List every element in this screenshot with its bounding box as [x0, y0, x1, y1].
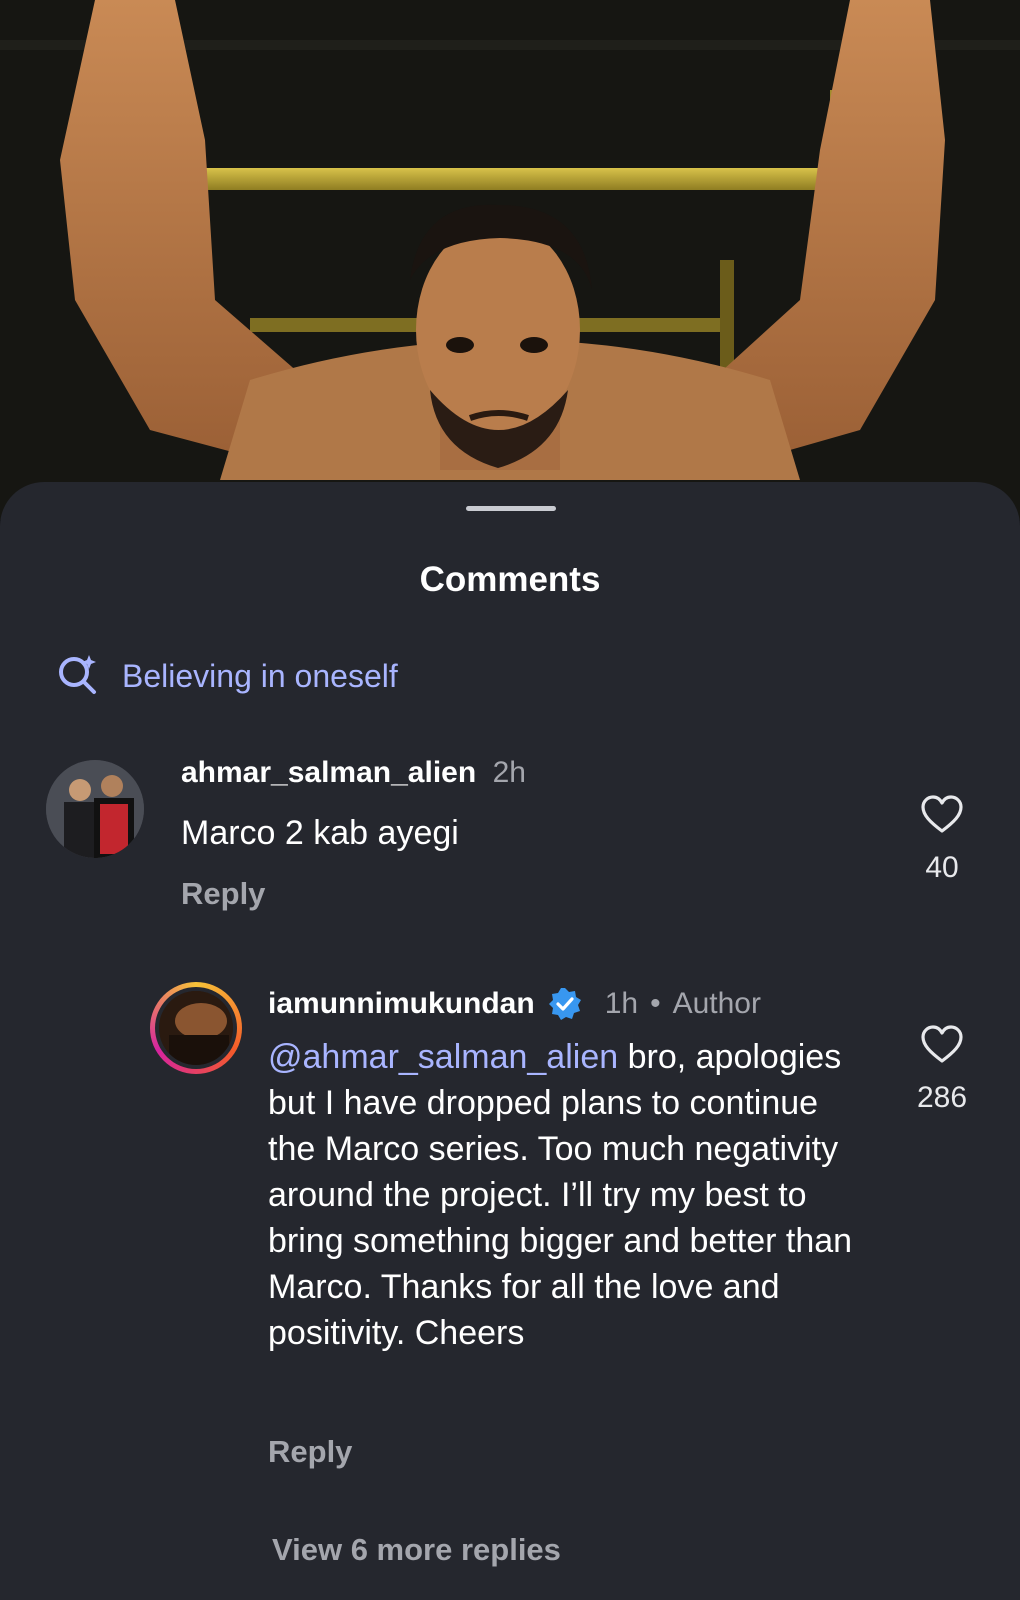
- view-more-replies-button[interactable]: View 6 more replies: [272, 1532, 561, 1568]
- verified-badge-icon: [547, 986, 583, 1022]
- comment-timestamp: 2h: [492, 756, 526, 789]
- post-image: [0, 0, 1020, 520]
- search-suggestion[interactable]: Believing in oneself: [56, 652, 398, 701]
- avatar[interactable]: [46, 760, 144, 858]
- mention-link[interactable]: @ahmar_salman_alien: [268, 1038, 618, 1076]
- like-count: 40: [925, 851, 959, 884]
- comment-text: Marco 2 kab ayegi: [181, 814, 459, 852]
- comment-username[interactable]: ahmar_salman_alien: [181, 756, 476, 789]
- sheet-title: Comments: [419, 560, 601, 599]
- reply-button[interactable]: Reply: [268, 1434, 352, 1470]
- search-sparkle-icon: [56, 652, 100, 701]
- avatar-story-ring[interactable]: [150, 982, 242, 1074]
- like-control: 40: [907, 794, 977, 885]
- reply-comment-item: iamunnimukundan 1h • Author @ahmar_salma…: [0, 982, 1020, 1502]
- search-suggestion-text: Believing in oneself: [122, 658, 398, 694]
- reply-button[interactable]: Reply: [181, 876, 265, 912]
- comments-sheet: Comments Believing in oneself ahmar_salm…: [0, 482, 1020, 1600]
- sheet-drag-handle[interactable]: [466, 506, 556, 511]
- comment-username[interactable]: iamunnimukundan: [268, 987, 535, 1021]
- avatar: [159, 991, 233, 1065]
- post-photo-illustration: [0, 0, 1020, 520]
- heart-icon[interactable]: [920, 1025, 964, 1068]
- comment-timestamp: 1h: [604, 987, 639, 1020]
- like-control: 286: [907, 1024, 977, 1115]
- comment-text: @ahmar_salman_alien bro, apologies but I…: [268, 1034, 858, 1356]
- meta-separator: •: [650, 987, 661, 1020]
- author-label: Author: [672, 987, 761, 1020]
- comment-item: ahmar_salman_alien 2h Marco 2 kab ayegi …: [0, 752, 1020, 922]
- like-count: 286: [916, 1081, 968, 1114]
- heart-icon[interactable]: [920, 795, 964, 838]
- comment-body: bro, apologies but I have dropped plans …: [268, 1038, 853, 1352]
